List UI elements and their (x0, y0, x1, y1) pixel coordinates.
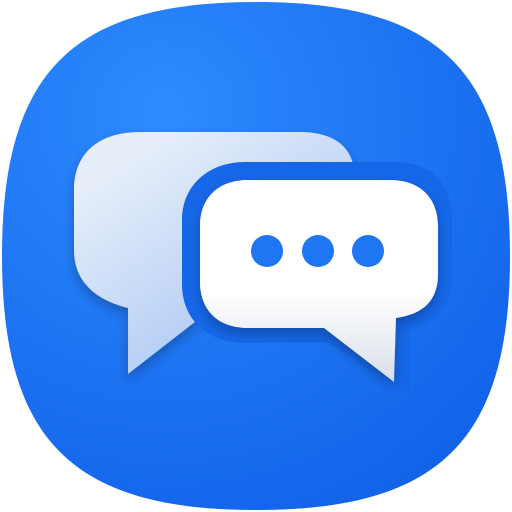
dot-1 (251, 235, 283, 267)
chat-app-icon (2, 2, 510, 510)
dot-2 (302, 235, 334, 267)
dot-3 (352, 235, 384, 267)
icon-canvas (0, 0, 512, 512)
typing-dots (251, 235, 384, 267)
